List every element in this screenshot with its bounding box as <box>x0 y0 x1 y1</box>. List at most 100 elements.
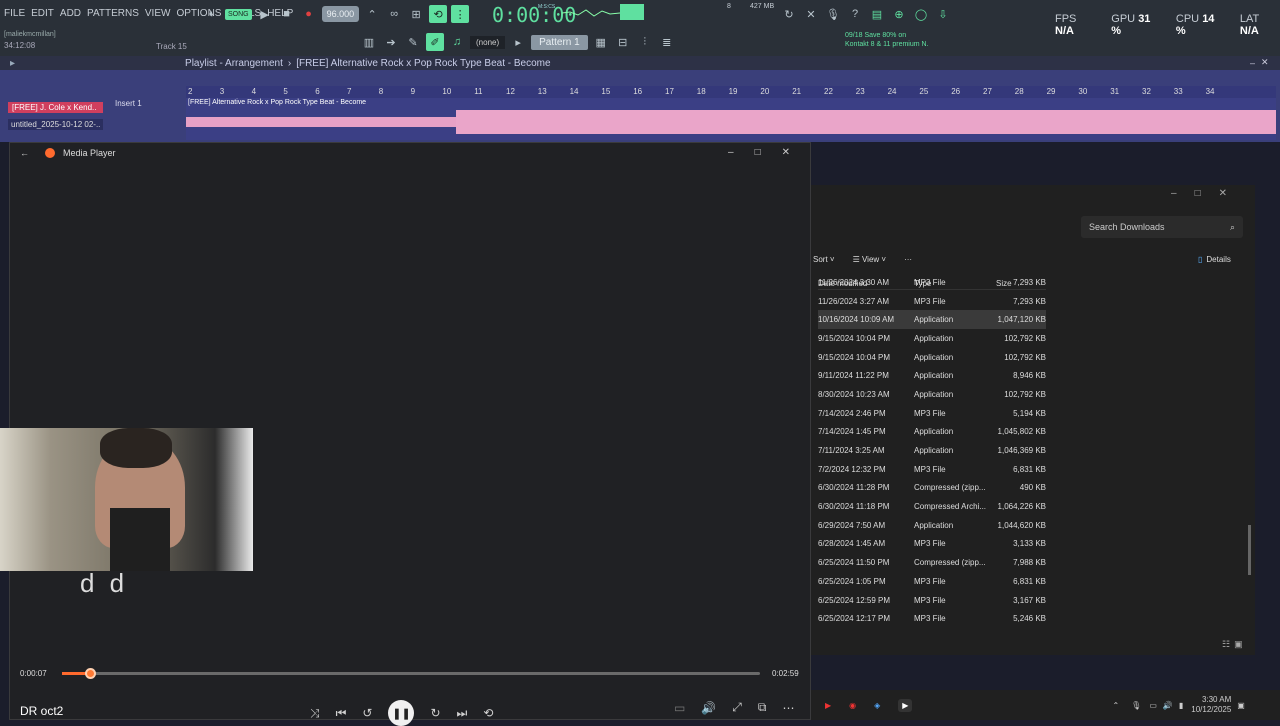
menu-view[interactable]: VIEW <box>145 8 171 19</box>
file-row[interactable]: 7/2/2024 12:32 PM MP3 File 6,831 KB <box>818 460 1046 479</box>
explorer-close-icon[interactable]: ✕ <box>1219 188 1227 199</box>
plugin-icon[interactable]: ⊕ <box>890 5 908 23</box>
news-panel[interactable]: 09/18 Save 80% on Kontakt 8 & 11 premium… <box>845 31 929 49</box>
volume-icon[interactable]: 🔊 <box>701 701 716 715</box>
player-maximize-icon[interactable]: □ <box>755 147 761 158</box>
file-row[interactable]: 6/25/2024 12:17 PM MP3 File 5,246 KB <box>818 609 1046 628</box>
file-row[interactable]: 9/11/2024 11:22 PM Application 8,946 KB <box>818 366 1046 385</box>
volume-tray-icon[interactable]: 🔊 <box>1163 701 1173 710</box>
file-row[interactable]: 7/11/2024 3:25 AM Application 1,046,369 KB <box>818 441 1046 460</box>
mic-icon[interactable]: 🎙 <box>824 5 842 23</box>
details-button[interactable]: ▯ Details <box>1198 255 1231 264</box>
explorer-scrollbar[interactable] <box>1248 525 1251 575</box>
app-icon-red[interactable]: ◉ <box>849 701 856 710</box>
file-row[interactable]: 10/16/2024 10:09 AM Application 1,047,120 … <box>818 310 1046 330</box>
explorer-maximize-icon[interactable]: □ <box>1195 188 1201 199</box>
file-row[interactable]: 9/15/2024 10:04 PM Application 102,792 KB <box>818 348 1046 367</box>
none-selector[interactable]: (none) <box>470 35 506 49</box>
network-icon[interactable]: ▭ <box>1149 701 1157 710</box>
stop-icon[interactable]: ■ <box>278 5 296 23</box>
pause-button[interactable]: ❚❚ <box>388 700 415 726</box>
search-box[interactable]: Search Downloads ⌕ <box>1081 216 1243 238</box>
clip-item-1[interactable]: [FREE] J. Cole x Kend.. <box>8 102 104 113</box>
refresh-icon[interactable]: ↻ <box>780 5 798 23</box>
bell-icon[interactable]: ♫ <box>448 33 466 51</box>
notification-icon[interactable]: ▣ <box>1237 701 1245 710</box>
playlist-arrow-icon[interactable]: ▸ <box>10 58 15 69</box>
help-icon[interactable]: ? <box>846 5 864 23</box>
file-row[interactable]: 7/14/2024 2:46 PM MP3 File 5,194 KB <box>818 404 1046 423</box>
file-row[interactable]: 7/14/2024 1:45 PM Application 1,045,802 KB <box>818 423 1046 442</box>
menu-file[interactable]: FILE <box>4 8 25 19</box>
media-player-taskbar-icon[interactable]: ▶ <box>898 698 913 712</box>
song-mode-toggle[interactable]: SONG <box>225 8 252 20</box>
menu-edit[interactable]: EDIT <box>31 8 54 19</box>
download-icon[interactable]: ⇩ <box>934 5 952 23</box>
tiles-view-icon[interactable]: ▣ <box>1234 639 1243 650</box>
more-icon[interactable]: ⋯ <box>782 701 794 715</box>
more-options-icon[interactable]: ··· <box>904 255 912 264</box>
menu-add[interactable]: ADD <box>60 8 81 19</box>
explorer-minimize-icon[interactable]: – <box>1171 188 1177 199</box>
file-row[interactable]: 6/25/2024 1:05 PM MP3 File 6,831 KB <box>818 572 1046 591</box>
clock[interactable]: 3:30 AM 10/12/2025 <box>1191 695 1231 715</box>
file-row[interactable]: 6/25/2024 11:50 PM Compressed (zipp... 7,9… <box>818 553 1046 572</box>
step-edit-icon[interactable]: ⋮ <box>451 5 470 23</box>
file-row[interactable]: 6/30/2024 11:28 PM Compressed (zipp... 490… <box>818 479 1046 498</box>
fullscreen-icon[interactable]: ⤢ <box>732 700 742 715</box>
pencil-icon[interactable]: ✎ <box>404 33 422 51</box>
timeline-ruler[interactable]: 2 3 4 5 6 7 8 9 10 11 12 13 14 15 16 17 18 19 20 21 22 23 24 25… <box>186 86 1276 98</box>
save-icon[interactable]: ▤ <box>868 5 886 23</box>
file-row[interactable]: 11/26/2024 3:30 AM MP3 File 7,293 KB <box>818 279 1046 292</box>
master-knob-icon[interactable]: ◐ <box>203 5 221 23</box>
clip-item-2[interactable]: untitled_2025-10-12 02-.. <box>8 119 104 130</box>
view-button[interactable]: ☰ View ˅ <box>853 255 887 264</box>
repeat-icon[interactable]: ⟲ <box>483 706 493 720</box>
app-icon-color[interactable]: ◈ <box>874 701 880 710</box>
battery-icon[interactable]: ▮ <box>1179 701 1183 710</box>
details-view-icon[interactable]: ☷ <box>1222 639 1230 650</box>
brush-icon[interactable]: ✐ <box>426 33 444 51</box>
forward-icon[interactable]: ↻ <box>430 706 440 720</box>
playlist-icon[interactable]: ▦ <box>592 33 610 51</box>
file-row[interactable]: 11/26/2024 3:27 AM MP3 File 7,293 KB <box>818 292 1046 311</box>
mixer-icon[interactable]: ⫶ <box>636 33 654 51</box>
seek-thumb[interactable] <box>84 668 96 679</box>
youtube-icon[interactable]: ▶ <box>825 701 831 710</box>
next-icon[interactable]: ⏭ <box>457 706 468 721</box>
tempo-display[interactable]: 96.000 <box>321 6 360 22</box>
file-row[interactable]: 6/30/2024 11:18 PM Compressed Archi... 1,0… <box>818 497 1046 516</box>
seek-bar[interactable] <box>62 668 760 679</box>
tray-chevron-icon[interactable]: ⌃ <box>1112 701 1119 710</box>
mic-tray-icon[interactable]: 🎙 <box>1131 701 1141 710</box>
close-tool-icon[interactable]: ✕ <box>802 5 820 23</box>
shuffle-icon[interactable]: ⤨ <box>310 706 320 721</box>
record-icon[interactable]: ● <box>300 5 318 23</box>
chat-icon[interactable]: ◯ <box>912 5 930 23</box>
file-row[interactable]: 6/28/2024 1:45 AM MP3 File 3,133 KB <box>818 535 1046 554</box>
file-row[interactable]: 6/25/2024 12:59 PM MP3 File 3,167 KB <box>818 591 1046 610</box>
channel-icon[interactable]: ⊟ <box>614 33 632 51</box>
sort-button[interactable]: Sort ˅ <box>813 255 835 264</box>
pattern-arrow-icon[interactable]: ▸ <box>509 33 527 51</box>
miniplayer-icon[interactable]: ⧉ <box>758 700 767 715</box>
browser-icon[interactable]: ≣ <box>658 33 676 51</box>
pattern-selector[interactable]: Pattern 1 <box>531 34 588 50</box>
loop-record-icon[interactable]: ⟲ <box>429 5 448 23</box>
player-minimize-icon[interactable]: – <box>728 147 734 158</box>
audio-track[interactable]: [FREE] Alternative Rock x Pop Rock Type … <box>186 98 1276 140</box>
now-playing-title[interactable]: DR oct2 <box>20 704 63 718</box>
file-row[interactable]: 8/30/2024 10:23 AM Application 102,792 KB <box>818 385 1046 404</box>
countdown-icon[interactable]: ⊞ <box>407 5 425 23</box>
captions-icon[interactable]: ▭ <box>674 701 685 715</box>
previous-icon[interactable]: ⏮ <box>336 706 347 721</box>
arrow-icon[interactable]: ➔ <box>382 33 400 51</box>
file-row[interactable]: 6/29/2024 7:50 AM Application 1,044,620 KB <box>818 516 1046 535</box>
file-row[interactable]: 9/15/2024 10:04 PM Application 102,792 KB <box>818 329 1046 348</box>
play-icon[interactable]: ▶ <box>256 5 274 23</box>
playlist-close-icon[interactable]: ✕ <box>1261 57 1269 68</box>
rewind-icon[interactable]: ↺ <box>362 706 372 720</box>
metronome-icon[interactable]: ⌃ <box>363 5 381 23</box>
menu-patterns[interactable]: PATTERNS <box>87 8 139 19</box>
playlist-minimize-icon[interactable]: – <box>1250 58 1255 68</box>
